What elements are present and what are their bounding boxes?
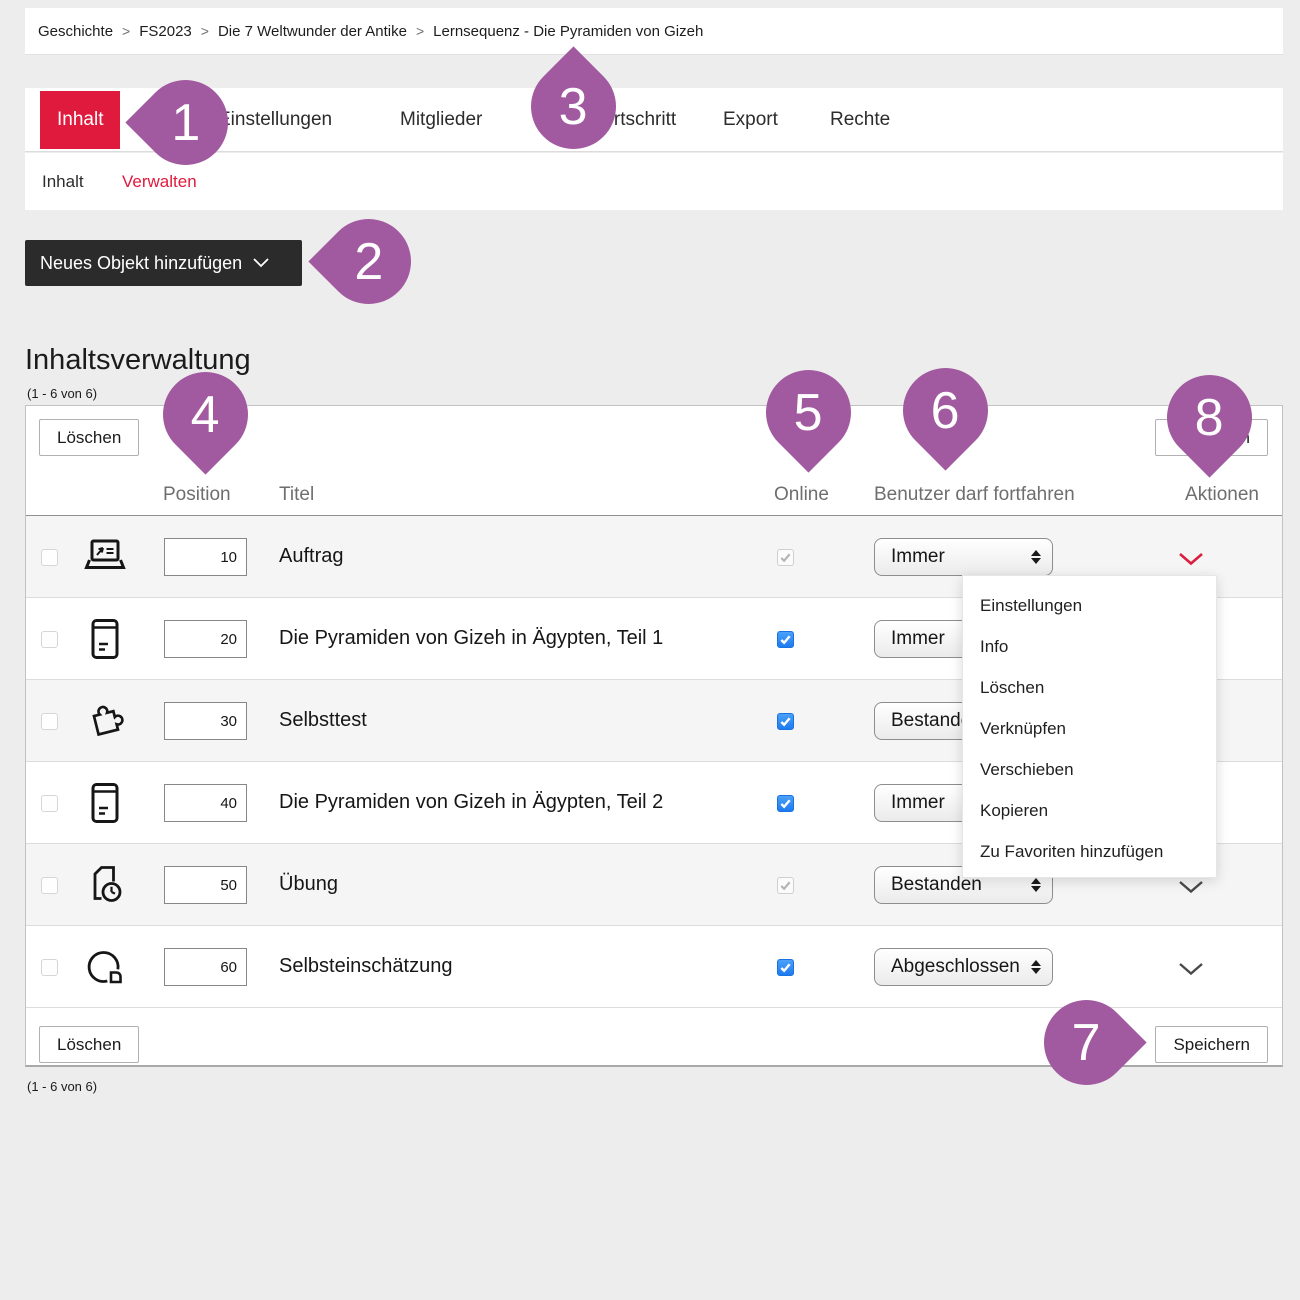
callout-number: 8 — [1195, 391, 1224, 443]
tab-mitglieder[interactable]: Mitglieder — [400, 88, 482, 152]
row-select-checkbox[interactable] — [41, 631, 58, 648]
learning-module-icon — [83, 617, 127, 661]
callout-number: 2 — [354, 235, 383, 287]
table-header-row: Position Titel Online Benutzer darf fort… — [26, 476, 1282, 516]
select-arrows-icon — [1031, 550, 1041, 564]
save-button-bottom[interactable]: Speichern — [1155, 1026, 1268, 1063]
breadcrumb-item[interactable]: FS2023 — [139, 23, 192, 40]
tab-export[interactable]: Export — [723, 88, 778, 152]
callout-number: 1 — [171, 96, 200, 148]
actions-chevron-icon[interactable] — [1178, 880, 1206, 894]
column-header-titel: Titel — [279, 484, 314, 506]
file-clock-icon — [83, 863, 127, 907]
subtab-bar: Inhalt Verwalten — [25, 153, 1283, 210]
position-input[interactable] — [164, 866, 247, 904]
menu-item-info[interactable]: Info — [963, 626, 1216, 667]
online-checkbox[interactable] — [777, 549, 794, 566]
position-input[interactable] — [164, 702, 247, 740]
actions-chevron-icon[interactable] — [1178, 552, 1206, 566]
column-header-fortfahren: Benutzer darf fortfahren — [874, 484, 1075, 506]
fortfahren-select[interactable]: Immer — [874, 538, 1053, 576]
menu-item-einstellungen[interactable]: Einstellungen — [963, 585, 1216, 626]
breadcrumb-separator: > — [122, 23, 130, 39]
laptop-presentation-icon — [83, 535, 127, 579]
row-title[interactable]: Übung — [279, 873, 338, 896]
row-select-checkbox[interactable] — [41, 795, 58, 812]
tab-rechte[interactable]: Rechte — [830, 88, 890, 152]
menu-item-loeschen[interactable]: Löschen — [963, 667, 1216, 708]
row-select-checkbox[interactable] — [41, 713, 58, 730]
callout-number: 4 — [191, 388, 220, 440]
position-input[interactable] — [164, 538, 247, 576]
add-object-button[interactable]: Neues Objekt hinzufügen — [25, 240, 302, 286]
table-row: Selbsteinschätzung Abgeschlossen — [26, 926, 1282, 1008]
online-checkbox[interactable] — [777, 631, 794, 648]
row-select-checkbox[interactable] — [41, 959, 58, 976]
fortfahren-select-value: Immer — [891, 628, 945, 650]
fortfahren-select-value: Abgeschlossen — [891, 956, 1020, 978]
row-title[interactable]: Auftrag — [279, 545, 343, 568]
tab-inhalt[interactable]: Inhalt — [40, 91, 120, 149]
online-checkbox[interactable] — [777, 877, 794, 894]
column-header-aktionen: Aktionen — [1185, 484, 1259, 506]
breadcrumb-item[interactable]: Die 7 Weltwunder der Antike — [218, 23, 407, 40]
row-title[interactable]: Selbsttest — [279, 709, 367, 732]
breadcrumb-item[interactable]: Geschichte — [38, 23, 113, 40]
fortfahren-select[interactable]: Abgeschlossen — [874, 948, 1053, 986]
row-select-checkbox[interactable] — [41, 549, 58, 566]
callout-number: 7 — [1072, 1016, 1101, 1068]
breadcrumb-item[interactable]: Lernsequenz - Die Pyramiden von Gizeh — [433, 23, 703, 40]
column-header-online: Online — [774, 484, 829, 506]
result-count-top: (1 - 6 von 6) — [27, 386, 97, 401]
menu-item-zu-favoriten[interactable]: Zu Favoriten hinzufügen — [963, 831, 1216, 872]
callout-pin-2: 2 — [308, 201, 428, 321]
breadcrumb: Geschichte > FS2023 > Die 7 Weltwunder d… — [25, 8, 1283, 55]
position-input[interactable] — [164, 948, 247, 986]
menu-item-verknuepfen[interactable]: Verknüpfen — [963, 708, 1216, 749]
puzzle-icon — [83, 699, 127, 743]
page-title: Inhaltsverwaltung — [25, 344, 251, 377]
actions-chevron-icon[interactable] — [1178, 962, 1206, 976]
fortfahren-select-value: Immer — [891, 792, 945, 814]
result-count-bottom: (1 - 6 von 6) — [27, 1079, 97, 1094]
select-arrows-icon — [1031, 960, 1041, 974]
delete-button-top[interactable]: Löschen — [39, 419, 139, 456]
learning-module-icon — [83, 781, 127, 825]
pie-chart-icon — [83, 945, 127, 989]
tab-einstellungen[interactable]: Einstellungen — [218, 88, 332, 152]
chevron-down-icon — [253, 258, 269, 268]
breadcrumb-separator: > — [201, 23, 209, 39]
actions-dropdown-menu: Einstellungen Info Löschen Verknüpfen Ve… — [962, 575, 1217, 878]
row-title[interactable]: Die Pyramiden von Gizeh in Ägypten, Teil… — [279, 627, 663, 650]
online-checkbox[interactable] — [777, 795, 794, 812]
row-title[interactable]: Die Pyramiden von Gizeh in Ägypten, Teil… — [279, 791, 663, 814]
menu-item-kopieren[interactable]: Kopieren — [963, 790, 1216, 831]
online-checkbox[interactable] — [777, 713, 794, 730]
select-arrows-icon — [1031, 878, 1041, 892]
fortfahren-select-value: Immer — [891, 546, 945, 568]
row-title[interactable]: Selbsteinschätzung — [279, 955, 452, 978]
add-object-label: Neues Objekt hinzufügen — [40, 253, 242, 274]
position-input[interactable] — [164, 784, 247, 822]
delete-button-bottom[interactable]: Löschen — [39, 1026, 139, 1063]
callout-number: 6 — [931, 384, 960, 436]
menu-item-verschieben[interactable]: Verschieben — [963, 749, 1216, 790]
callout-number: 5 — [794, 386, 823, 438]
callout-number: 3 — [559, 80, 588, 132]
online-checkbox[interactable] — [777, 959, 794, 976]
position-input[interactable] — [164, 620, 247, 658]
breadcrumb-separator: > — [416, 23, 424, 39]
column-header-position: Position — [163, 484, 231, 506]
subtab-inhalt[interactable]: Inhalt — [42, 153, 84, 210]
row-select-checkbox[interactable] — [41, 877, 58, 894]
